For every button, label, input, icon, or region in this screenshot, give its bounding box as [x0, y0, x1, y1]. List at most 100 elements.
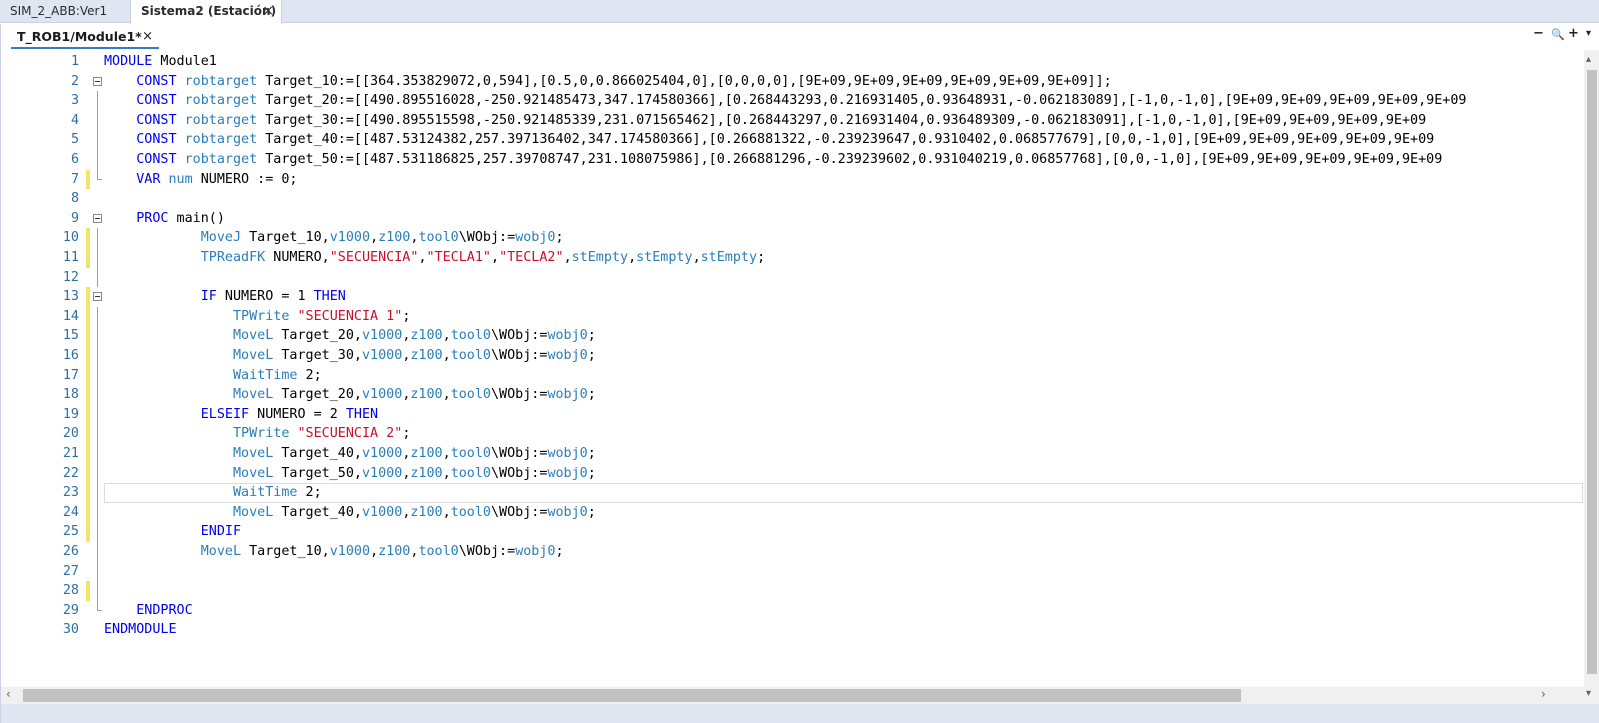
change-marker	[86, 130, 90, 150]
code-line[interactable]: 23 WaitTime 2;	[1, 483, 1583, 503]
close-editor-tab-icon[interactable]: ×	[142, 27, 153, 47]
code-line[interactable]: 3 CONST robtarget Target_20:=[[490.89551…	[1, 91, 1583, 111]
fold-guide	[97, 130, 98, 150]
zoom-icon[interactable]: 🔍	[1551, 28, 1565, 41]
add-icon[interactable]: +	[1568, 26, 1579, 41]
code-line[interactable]: 16 MoveL Target_30,v1000,z100,tool0\WObj…	[1, 346, 1583, 366]
vertical-scroll-thumb[interactable]	[1587, 70, 1597, 674]
fold-guide	[97, 228, 98, 248]
token-kw: ENDPROC	[136, 602, 193, 618]
token-id	[104, 172, 136, 187]
token-id	[104, 446, 233, 461]
horizontal-scroll-thumb[interactable]	[23, 689, 1241, 702]
change-marker	[86, 385, 90, 405]
code-text: PROC main()	[104, 209, 225, 229]
token-pm: wobj0	[547, 465, 588, 481]
token-id: ;	[587, 465, 596, 481]
code-line[interactable]: 13 IF NUMERO = 1 THEN	[1, 287, 1583, 307]
code-line[interactable]: 5 CONST robtarget Target_40:=[[487.53124…	[1, 130, 1583, 150]
token-pm: z100	[410, 348, 443, 363]
change-marker	[86, 522, 90, 542]
fold-guide	[97, 581, 98, 601]
token-pm: wobj0	[547, 446, 588, 461]
change-marker	[86, 365, 90, 386]
tab-sistema2-estacion[interactable]: Sistema2 (Estación) ×	[130, 0, 282, 24]
code-line[interactable]: 20 TPWrite "SECUENCIA 2";	[1, 424, 1583, 444]
token-fn: MoveJ	[200, 230, 242, 246]
token-pm: tool0	[418, 230, 459, 246]
token-id	[104, 152, 136, 167]
code-line[interactable]: 30 ENDMODULE	[1, 620, 1583, 640]
code-line[interactable]: 25 ENDIF	[1, 522, 1583, 542]
tab-t-rob1-module1[interactable]: T_ROB1/Module1* ×	[11, 27, 159, 49]
fold-guide	[97, 91, 98, 111]
code-text: ENDMODULE	[104, 620, 177, 640]
code-line[interactable]: 2 CONST robtarget Target_10:=[[364.35382…	[1, 72, 1583, 92]
token-fn: TPReadFK	[200, 250, 266, 265]
code-line[interactable]: 1 MODULE Module1	[1, 52, 1583, 72]
code-line[interactable]: 28	[1, 581, 1583, 601]
token-id	[177, 93, 185, 108]
scroll-down-icon[interactable]: ▾	[1586, 688, 1591, 699]
change-marker	[86, 326, 90, 346]
code-line[interactable]: 17 WaitTime 2;	[1, 365, 1583, 386]
menu-chevron-icon[interactable]: ▾	[1586, 28, 1591, 39]
code-line[interactable]: 29 ENDPROC	[1, 600, 1583, 621]
token-id: ;	[555, 230, 564, 246]
fold-guide	[97, 600, 102, 611]
scroll-left-icon[interactable]: ‹	[6, 687, 11, 701]
collapse-icon[interactable]	[93, 213, 102, 223]
code-line[interactable]: 12	[1, 267, 1583, 288]
token-id: ,	[418, 250, 427, 265]
code-line[interactable]: 8	[1, 189, 1583, 209]
code-line[interactable]: 11 TPReadFK NUMERO,"SECUENCIA","TECLA1",…	[1, 248, 1583, 268]
code-text: TPReadFK NUMERO,"SECUENCIA","TECLA1","TE…	[104, 248, 765, 268]
code-line[interactable]: 26 MoveL Target_10,v1000,z100,tool0\WObj…	[1, 542, 1583, 562]
line-number: 20	[62, 426, 79, 442]
token-id: Target_10:=[[364.353829072,0,594],[0.5,0…	[257, 73, 1112, 89]
fold-guide	[97, 169, 102, 180]
code-text: MoveL Target_20,v1000,z100,tool0\WObj:=w…	[104, 326, 596, 346]
code-line[interactable]: 10 MoveJ Target_10,v1000,z100,tool0\WObj…	[1, 228, 1583, 248]
token-id: ,	[491, 250, 500, 265]
code-line[interactable]: 6 CONST robtarget Target_50:=[[487.53118…	[1, 150, 1583, 170]
token-kw: THEN	[313, 289, 346, 305]
token-id	[104, 466, 233, 481]
line-number: 29	[62, 602, 79, 618]
code-line[interactable]: 14 TPWrite "SECUENCIA 1";	[1, 306, 1583, 327]
scroll-right-icon[interactable]: ›	[1541, 687, 1546, 701]
code-line[interactable]: 22 MoveL Target_50,v1000,z100,tool0\WObj…	[1, 463, 1583, 484]
token-id	[104, 74, 136, 89]
vertical-scrollbar[interactable]: ▴ ▾	[1584, 50, 1599, 705]
close-tab-icon[interactable]: ×	[262, 0, 274, 23]
code-line[interactable]: 9 PROC main()	[1, 209, 1583, 229]
code-text: CONST robtarget Target_50:=[[487.5311868…	[104, 150, 1442, 170]
document-tab-bar: SIM_2_ABB:Ver1 Sistema2 (Estación) ×	[0, 0, 1599, 24]
token-id: ;	[587, 504, 596, 520]
code-line[interactable]: 21 MoveL Target_40,v1000,z100,tool0\WObj…	[1, 444, 1583, 464]
code-line[interactable]: 7 VAR num NUMERO := 0;	[1, 169, 1583, 190]
collapse-icon[interactable]	[93, 76, 102, 86]
code-line[interactable]: 4 CONST robtarget Target_30:=[[490.89551…	[1, 110, 1583, 131]
change-marker	[86, 52, 90, 72]
scroll-up-icon[interactable]: ▴	[1586, 54, 1591, 65]
code-area[interactable]: 1 MODULE Module1 2 CONST robtarget Target_…	[1, 50, 1583, 710]
tab-sim-2-abb[interactable]: SIM_2_ABB:Ver1	[0, 0, 130, 23]
collapse-icon[interactable]	[93, 292, 102, 302]
token-id	[104, 544, 201, 559]
change-marker	[86, 601, 90, 621]
fold-guide	[97, 150, 98, 170]
token-id	[160, 172, 168, 187]
code-line[interactable]: 18 MoveL Target_20,v1000,z100,tool0\WObj…	[1, 385, 1583, 405]
code-line[interactable]: 15 MoveL Target_20,v1000,z100,tool0\WObj…	[1, 326, 1583, 346]
change-marker	[86, 268, 90, 288]
token-id: Target_10,	[241, 230, 330, 246]
code-line[interactable]: 24 MoveL Target_40,v1000,z100,tool0\WObj…	[1, 502, 1583, 523]
horizontal-scrollbar[interactable]: ‹ ›	[1, 687, 1584, 704]
line-number: 23	[62, 485, 79, 501]
code-line[interactable]: 27	[1, 561, 1583, 582]
fold-guide	[97, 346, 98, 366]
code-line[interactable]: 19 ELSEIF NUMERO = 2 THEN	[1, 404, 1583, 425]
minimize-icon[interactable]: −	[1533, 26, 1544, 41]
code-text: TPWrite "SECUENCIA 2";	[104, 424, 410, 444]
